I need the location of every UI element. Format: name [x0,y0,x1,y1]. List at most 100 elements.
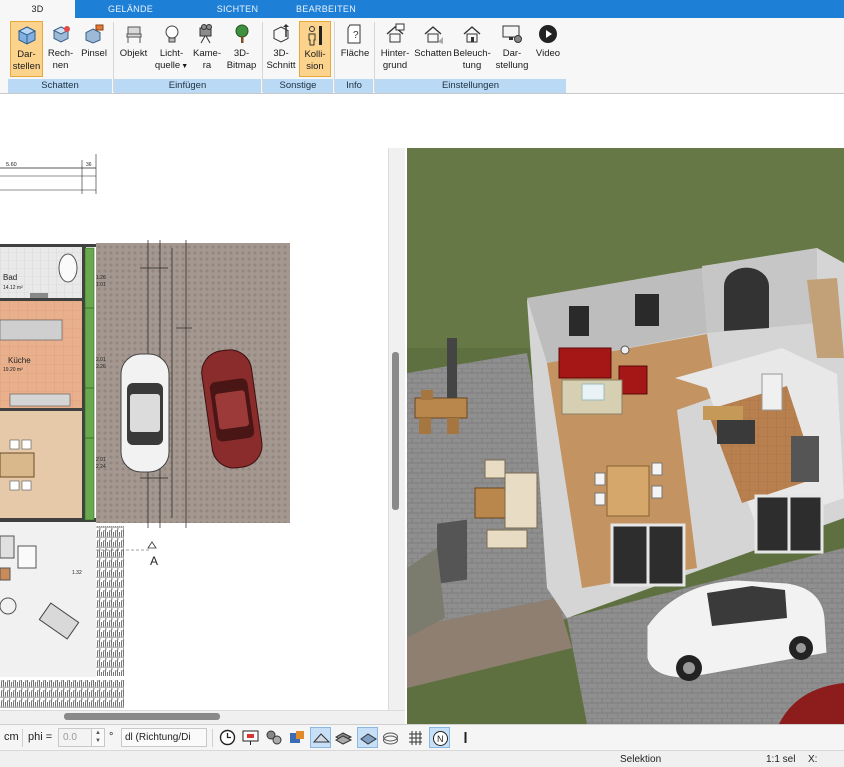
display-settings-button[interactable]: Dar- stellung [493,21,531,77]
dropdown-caret-icon: ▼ [181,63,189,70]
bitmap-3d-button[interactable]: 3D- Bitmap [224,21,259,77]
dim-label-f: 2.24 [96,464,106,470]
lawn-hatch [96,526,124,676]
view-mode-3-button[interactable] [357,727,378,748]
car-white[interactable] [120,353,170,473]
dim-label-a: 1.26 [96,275,106,281]
insert-object-button[interactable]: Objekt [117,21,150,77]
dim-label-e: 2.01 [96,457,106,463]
shadow-label: Schatten [414,48,452,59]
toolbar-separator [22,729,23,747]
collision-label-2: sion [306,61,324,72]
group-label-info: Info [335,79,373,93]
tab-gelaende[interactable]: GELÄNDE [93,0,168,18]
paint-brush-button[interactable]: Pinsel [78,21,110,77]
kitchen-counter [0,319,63,341]
insert-object-label: Objekt [119,48,148,59]
glass-table-3d [581,383,605,401]
bottom-toolbar: cm phi = 0.0 ▲ ▼ ° dl (Richtung/Di N [0,724,844,750]
light-source-label-1: Licht- [159,48,184,59]
phi-spinner[interactable]: ▲ ▼ [91,728,105,747]
house-background-icon [386,23,405,43]
north-arrow-button[interactable]: N [429,727,450,748]
camera-icon [199,24,212,44]
toolbar-separator [212,729,213,747]
area-button[interactable]: ? Fläche [338,21,372,77]
status-x-coordinate: X: [808,754,818,765]
camera-button[interactable]: Kame- ra [192,21,222,77]
play-icon [539,25,557,43]
section-3d-button[interactable]: 3D- Schnitt [264,21,298,77]
floor-plan-canvas: 5.60 36 Bad 14.12 m² Küche 19.20 m² 1.26… [0,154,290,708]
bitmap-3d-label-1: 3D- [233,48,250,59]
view-3d[interactable] [407,148,844,724]
tab-3d[interactable]: 3D [0,0,75,19]
window-3d [635,294,659,326]
phi-input[interactable]: 0.0 [58,728,92,747]
phi-label: phi = [28,731,53,743]
area-info-icon: ? [347,24,361,44]
compute-button[interactable]: Rech- nen [45,21,76,77]
display-settings-label-2: stellung [495,60,529,71]
dim-label-g: 1.32 [72,570,82,576]
group-label-einstellungen: Einstellungen [375,79,566,93]
lighting-button[interactable]: Beleuch- tung [453,21,491,77]
view-mode-4-button[interactable] [380,727,401,748]
display-settings-label-1: Dar- [502,48,522,59]
section-3d-label-1: 3D- [273,48,289,59]
collision-label-1: Kolli- [304,49,326,60]
lawn-hatch-bottom [0,680,124,708]
armchair [0,535,15,559]
paint-brush-label: Pinsel [81,48,107,59]
cube-render-icon [17,26,36,45]
camera-label-2: ra [202,60,212,71]
window-3d [569,306,589,336]
layers-view-icon [334,732,353,745]
dining-table [0,452,35,478]
section-arrow-icon [147,541,157,549]
render-display-button[interactable]: Dar- stellen [10,21,43,77]
video-button[interactable]: Video [533,21,563,77]
background-label-2: grund [382,60,408,71]
cube-compute-icon [52,26,70,43]
bitmap-3d-label-2: Bitmap [226,60,257,71]
clock-button[interactable] [217,727,238,748]
tab-sichten[interactable]: SICHTEN [200,0,275,18]
plan-vertical-scroll-thumb[interactable] [392,352,399,510]
dining-table-3d [606,465,650,517]
direction-select[interactable]: dl (Richtung/Di [121,728,207,747]
render-display-label-2: stellen [12,61,41,72]
light-source-button[interactable]: Licht- quelle▼ [153,21,190,77]
view-mode-1-button[interactable] [310,727,331,748]
bath-sink [30,293,48,298]
collision-button[interactable]: Kolli- sion [299,21,331,77]
lighting-label-1: Beleuch- [453,48,491,59]
area-label: Fläche [340,48,370,59]
armchair [17,545,37,569]
view-mode-2-button[interactable] [333,727,354,748]
clock-icon [219,729,236,746]
lighting-label-2: tung [462,60,482,71]
arched-door-3d [724,267,769,331]
status-bar: Selektion 1:1 sel X: [0,750,844,767]
grid-icon [409,731,422,745]
presentation-button[interactable] [240,727,261,748]
background-button[interactable]: Hinter- grund [377,21,413,77]
svg-text:N: N [437,734,444,744]
tab-bearbeiten[interactable]: BEARBEITEN [288,0,364,18]
house-shadow-icon [424,26,443,44]
section-marker-label: A [150,554,158,568]
ribbon: Dar- stellen Rech- nen Pinsel Objekt Lic… [0,18,844,94]
kitchen-cabinet-3d [791,436,819,482]
lamp-3d [620,345,630,355]
material-button[interactable] [286,727,307,748]
section-cube-icon [273,24,289,43]
grid-button[interactable] [405,727,426,748]
plan-horizontal-scroll-thumb[interactable] [64,713,220,720]
shadow-button[interactable]: Schatten [414,21,452,77]
door-3d [761,373,783,411]
floor-plan-view[interactable]: 5.60 36 Bad 14.12 m² Küche 19.20 m² 1.26… [0,148,388,710]
more-options-button[interactable] [455,727,476,748]
render-settings-button[interactable] [263,727,284,748]
room-kitchen[interactable] [0,300,84,410]
